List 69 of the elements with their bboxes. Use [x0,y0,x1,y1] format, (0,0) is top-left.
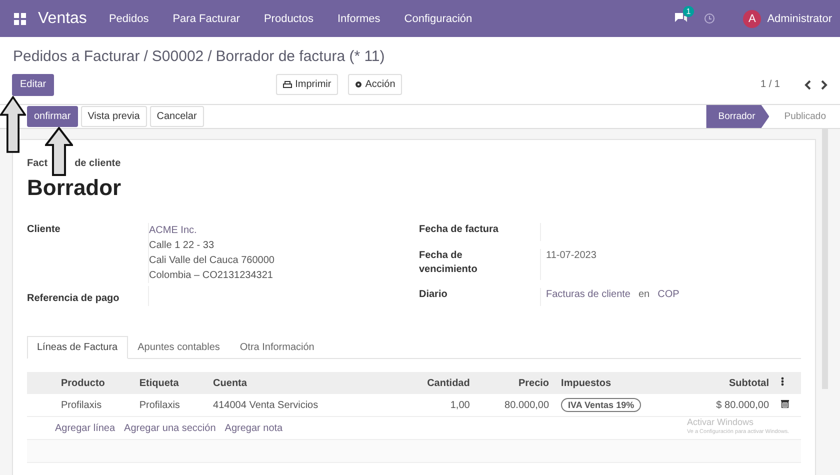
breadcrumb-link[interactable]: Pedidos a Facturar [13,48,140,64]
column-header[interactable]: Impuestos [555,372,684,394]
tab[interactable]: Apuntes contables [128,336,230,359]
column-header[interactable]: Cantidad [399,372,476,394]
pager-counter: 1 / 1 [760,79,780,90]
clock-icon [704,13,716,24]
address-line: Colombia – CO2131234321 [149,269,274,283]
more-options-icon [781,377,784,386]
status-stage[interactable]: Publicado [772,105,840,128]
chat-icon[interactable] [674,12,688,24]
add-link[interactable]: Agregar una sección [124,422,216,434]
previous-icon [804,80,812,90]
field-label: Diario [419,288,448,302]
status-button[interactable]: Vista previa [80,106,147,127]
breadcrumb-separator: / [144,48,148,64]
menu-item[interactable]: Productos [264,12,314,24]
add-link[interactable]: Agregar línea [55,422,116,434]
menu-item[interactable]: Pedidos [108,12,149,24]
trash-icon [781,399,789,408]
tab[interactable]: Líneas de Factura [27,336,128,359]
table-cell: 1,00 [399,394,476,416]
add-link[interactable]: Agregar nota [224,422,283,434]
menu-item[interactable]: Configuración [404,12,472,24]
currency-link[interactable]: COP [658,288,680,306]
journal-link[interactable]: Facturas de cliente [546,288,630,306]
address-line: Cali Valle del Cauca 760000 [149,254,276,268]
status-stage[interactable]: Borrador [706,105,770,128]
table-cell: 414004 Venta Servicios [207,394,400,416]
breadcrumb-separator: / [208,48,212,64]
column-header[interactable]: Producto [55,372,134,394]
table-cell: $ 80.000,00 [684,394,775,416]
field-label: Fecha de vencimiento [419,248,478,277]
table-cell: Profilaxis [55,394,134,416]
address-line: Calle 1 22 - 33 [149,239,216,253]
confirm-button[interactable]: onfirmar [27,106,78,127]
print-button[interactable]: Imprimir [276,74,338,95]
field-label: Referencia de pago [27,292,120,306]
apps-grid-icon[interactable] [14,12,26,24]
tab[interactable]: Otra Información [230,336,324,359]
column-header[interactable]: Subtotal [684,372,775,394]
user-name[interactable]: Administrator [767,12,832,24]
activation-notice-title: Activar Windows [687,417,755,427]
table-cell: 80.000,00 [476,394,556,416]
document-title: Borrador [27,175,122,201]
gear-icon [355,81,362,88]
breadcrumb-current: Borrador de factura (* 11) [216,48,385,64]
edit-button[interactable]: Editar [12,74,54,96]
message-count: 1 [683,6,694,16]
field-value: en [638,288,650,302]
table-cell: Profilaxis [133,394,208,416]
column-header[interactable]: Precio [476,372,556,394]
app-name[interactable]: Ventas [38,10,87,28]
breadcrumb-link[interactable]: S00002 [152,48,204,64]
document-type: Fact [27,158,48,169]
status-button[interactable]: Cancelar [150,106,204,127]
field-label: Fecha de factura [419,223,500,237]
document-type: de cliente [74,158,121,169]
field-value: 11-07-2023 [546,248,596,263]
printer-icon [283,80,292,88]
customer-link[interactable]: ACME Inc. [149,223,419,238]
tax-tag: IVA Ventas 19% [561,398,642,412]
action-button[interactable]: Acción [348,74,402,95]
column-header[interactable]: Etiqueta [133,372,208,394]
next-icon [820,80,828,90]
menu-item[interactable]: Para Facturar [172,12,240,24]
field-label: Cliente [27,223,62,237]
user-avatar[interactable]: A [743,10,762,28]
menu-item[interactable]: Informes [337,12,380,24]
column-header[interactable]: Cuenta [207,372,400,394]
